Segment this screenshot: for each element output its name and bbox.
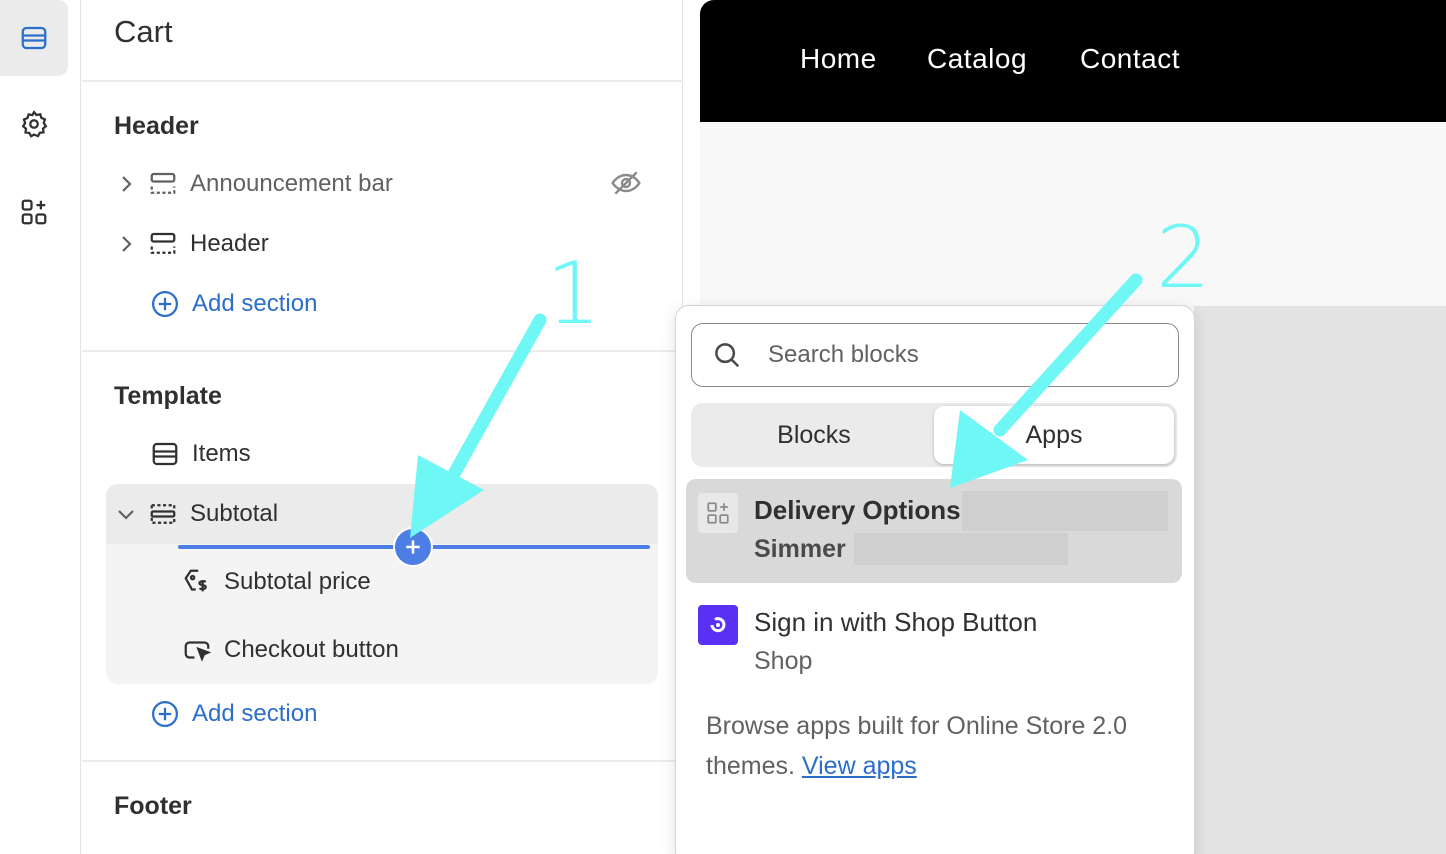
search-field[interactable] xyxy=(691,323,1179,387)
sections-icon xyxy=(21,26,47,50)
sections-sidebar: Cart Header Announcement bar Header Add … xyxy=(82,0,683,854)
page-title: Cart xyxy=(114,14,173,49)
plus-icon xyxy=(406,540,420,554)
plus-circle-icon xyxy=(150,699,180,729)
app-item-sign-in-with-shop[interactable]: Sign in with Shop Button Shop xyxy=(686,591,1182,695)
app-developer: Simmer xyxy=(754,535,846,563)
divider xyxy=(82,350,683,352)
chevron-right-icon[interactable] xyxy=(114,232,138,256)
app-blocks-icon xyxy=(698,493,738,533)
app-name: Sign in with Shop Button xyxy=(754,607,1038,637)
app-name: Delivery Options xyxy=(754,495,961,525)
block-tabs: Blocks Apps xyxy=(691,403,1177,467)
nav-link-contact[interactable]: Contact xyxy=(1080,43,1180,75)
block-label: Checkout button xyxy=(224,636,399,663)
footer-group-title: Footer xyxy=(114,792,192,820)
chevron-right-icon[interactable] xyxy=(114,172,138,196)
apps-nav-button[interactable] xyxy=(0,174,68,250)
browse-apps-text: Browse apps built for Online Store 2.0 t… xyxy=(706,706,1166,786)
view-apps-link[interactable]: View apps xyxy=(802,752,917,780)
section-items[interactable]: Items xyxy=(150,424,251,484)
apps-icon xyxy=(21,199,47,225)
search-icon xyxy=(715,343,740,368)
header-group-title: Header xyxy=(114,112,199,140)
block-label: Subtotal price xyxy=(224,568,371,595)
divider xyxy=(82,760,683,762)
add-section-label: Add section xyxy=(192,290,318,317)
section-announcement-bar[interactable]: Announcement bar xyxy=(114,154,634,214)
storefront-nav: Home Catalog Contact xyxy=(700,0,1446,122)
hidden-eye-icon[interactable] xyxy=(610,167,642,199)
section-label: Subtotal xyxy=(190,500,279,527)
left-rail xyxy=(0,0,81,854)
add-block-popover: Blocks Apps Delivery Options Simmer Sign… xyxy=(675,305,1195,854)
theme-settings-button[interactable] xyxy=(0,86,68,162)
add-section-header-button[interactable]: Add section xyxy=(150,274,317,334)
preview-content-area xyxy=(1194,306,1446,854)
announcement-section-icon xyxy=(148,169,178,199)
template-group-title: Template xyxy=(114,382,222,410)
section-label: Announcement bar xyxy=(190,170,393,197)
section-label: Items xyxy=(192,440,251,467)
chevron-down-icon[interactable] xyxy=(114,502,138,526)
redacted-region xyxy=(854,533,1068,565)
tab-apps[interactable]: Apps xyxy=(934,406,1174,464)
nav-link-catalog[interactable]: Catalog xyxy=(927,43,1027,75)
section-label: Header xyxy=(190,230,269,257)
header-section-icon xyxy=(148,229,178,259)
tab-blocks[interactable]: Blocks xyxy=(694,406,934,464)
cursor-button-icon xyxy=(182,635,212,665)
add-section-label: Add section xyxy=(192,700,318,727)
nav-link-home[interactable]: Home xyxy=(800,43,877,75)
sections-nav-button[interactable] xyxy=(0,0,68,76)
app-developer: Shop xyxy=(754,647,813,675)
plus-circle-icon xyxy=(150,289,180,319)
shop-logo-icon xyxy=(698,605,738,645)
annotation-number-1: 1 xyxy=(546,244,601,344)
insert-block-button[interactable] xyxy=(393,527,433,567)
add-section-template-button[interactable]: Add section xyxy=(150,684,317,744)
block-subtotal-price[interactable]: Subtotal price xyxy=(182,552,371,612)
gear-icon xyxy=(21,110,48,138)
section-subtotal[interactable]: Subtotal xyxy=(114,484,634,544)
app-item-delivery-options[interactable]: Delivery Options Simmer xyxy=(686,479,1182,583)
items-section-icon xyxy=(150,439,180,469)
annotation-number-2: 2 xyxy=(1156,208,1211,308)
redacted-region xyxy=(962,491,1168,531)
price-tag-icon xyxy=(182,567,212,597)
subtotal-section-icon xyxy=(148,499,178,529)
divider xyxy=(82,80,683,82)
block-checkout-button[interactable]: Checkout button xyxy=(182,620,399,680)
search-input[interactable] xyxy=(768,341,1128,369)
